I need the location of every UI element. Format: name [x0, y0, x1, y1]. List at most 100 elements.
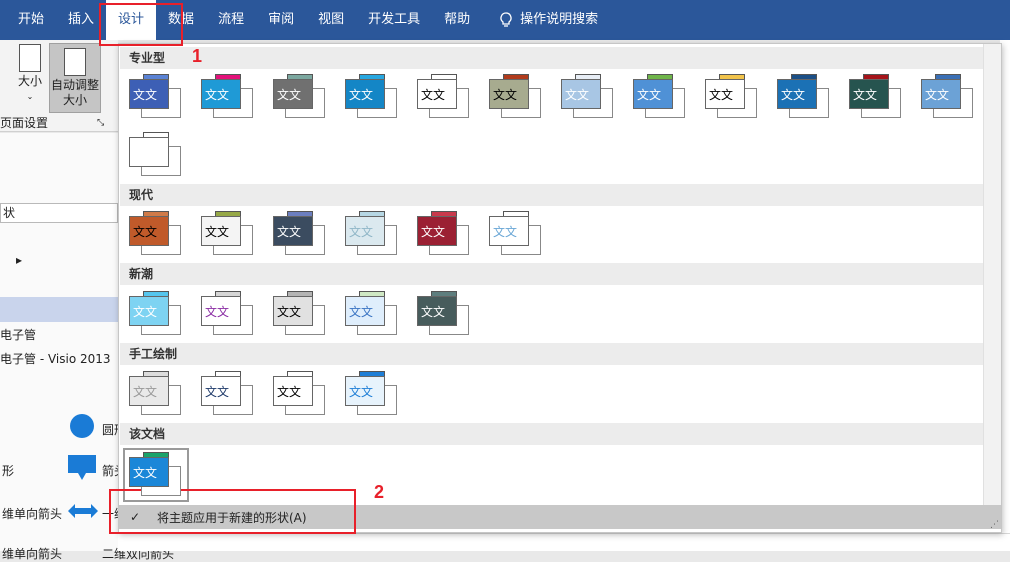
theme-thumbnail[interactable]: 文文	[343, 371, 401, 417]
tab-view[interactable]: 视图	[306, 0, 356, 40]
size-label: 大小	[17, 74, 42, 88]
theme-sample-text: 文文	[205, 225, 230, 239]
theme-thumbnail[interactable]: 文文	[487, 211, 545, 257]
theme-sample-text: 文文	[277, 305, 302, 319]
theme-sample-text: 文文	[493, 225, 518, 239]
section-header-trendy: 新潮	[120, 263, 983, 285]
theme-sample-text: 文文	[205, 385, 230, 399]
theme-sample-text: 文文	[349, 385, 374, 399]
theme-sample-text: 文文	[781, 88, 806, 102]
page-size-icon	[19, 44, 41, 72]
theme-thumbnail[interactable]: 文文	[631, 74, 689, 120]
resize-grip-icon[interactable]: ⋰	[990, 520, 999, 530]
tell-me-search[interactable]: 操作说明搜索	[482, 0, 610, 40]
section-header-handdrawn: 手工绘制	[120, 343, 983, 365]
chevron-down-icon: ⌄	[26, 92, 34, 101]
autofit-label-1: 自动调整	[50, 78, 99, 92]
theme-sample-text: 文文	[133, 225, 158, 239]
stencil-item-2[interactable]: 电子管 - Visio 2013	[0, 350, 118, 367]
double-arrow-icon[interactable]	[68, 503, 98, 519]
theme-sample-text: 文文	[349, 305, 374, 319]
autofit-size-button[interactable]: 自动调整 大小	[49, 43, 101, 113]
theme-sample-text: 文文	[133, 305, 158, 319]
theme-thumbnail[interactable]: 文文	[559, 74, 617, 120]
theme-thumbnail[interactable]: 文文	[487, 74, 545, 120]
section-header-professional: 专业型	[120, 47, 983, 69]
theme-sample-text: 文文	[925, 88, 950, 102]
expand-arrow-icon[interactable]: ▸	[0, 253, 118, 267]
tab-review[interactable]: 审阅	[256, 0, 306, 40]
theme-sample-text: 文文	[133, 88, 158, 102]
size-button[interactable]: 大小 ⌄	[14, 44, 46, 104]
theme-sample-text: 文文	[421, 225, 446, 239]
theme-thumbnail[interactable]: 文文	[415, 211, 473, 257]
theme-sample-text: 文文	[205, 88, 230, 102]
theme-thumbnail[interactable]: 文文	[127, 74, 185, 120]
theme-sample-text: 文文	[277, 385, 302, 399]
theme-sample-text: 文文	[565, 88, 590, 102]
theme-thumbnail[interactable]: 文文	[127, 291, 185, 337]
theme-thumbnail[interactable]: 文文	[415, 74, 473, 120]
theme-thumbnail[interactable]: 文文	[271, 371, 329, 417]
selected-stencil-row[interactable]	[0, 297, 118, 322]
theme-sample-text: 文文	[349, 225, 374, 239]
stencil-item-1[interactable]: 电子管	[0, 326, 118, 343]
theme-thumbnail[interactable]: 文文	[703, 74, 761, 120]
theme-thumbnail[interactable]: 文文	[343, 291, 401, 337]
tab-home[interactable]: 开始	[0, 0, 56, 40]
theme-thumbnail[interactable]	[127, 132, 185, 178]
theme-sample-text: 文文	[277, 88, 302, 102]
ribbon-page-setup-group: 大小 ⌄ 自动调整 大小 页面设置 ⤡	[0, 40, 118, 132]
callout-shape-icon[interactable]	[68, 455, 96, 481]
theme-sample-text: 文文	[277, 225, 302, 239]
autofit-label-2: 大小	[62, 93, 87, 107]
theme-thumbnail[interactable]: 文文	[343, 211, 401, 257]
theme-sample-text: 文文	[853, 88, 878, 102]
tab-process[interactable]: 流程	[206, 0, 256, 40]
theme-thumbnail[interactable]: 文文	[127, 211, 185, 257]
circle-shape-icon[interactable]	[70, 414, 94, 438]
tab-developer[interactable]: 开发工具	[356, 0, 432, 40]
theme-main-swatch	[129, 137, 169, 167]
theme-thumbnail[interactable]: 文文	[847, 74, 905, 120]
theme-thumbnail[interactable]: 文文	[343, 74, 401, 120]
theme-sample-text: 文文	[493, 88, 518, 102]
theme-thumbnail[interactable]: 文文	[919, 74, 977, 120]
theme-thumbnail[interactable]: 文文	[775, 74, 833, 120]
annotation-box-1	[99, 3, 183, 46]
lightbulb-icon	[500, 12, 512, 27]
theme-thumbnail[interactable]: 文文	[271, 74, 329, 120]
theme-thumbnail[interactable]: 文文	[199, 211, 257, 257]
section-header-modern: 现代	[120, 184, 983, 206]
theme-sample-text: 文文	[709, 88, 734, 102]
shape-search-input[interactable]: 状	[0, 203, 118, 223]
themes-gallery-dropdown: 专业型 现代 新潮 手工绘制 该文档 文文 文文 文文 文文 文文 文文 文文 文文 文文 文文文…	[118, 43, 1002, 533]
theme-thumbnail[interactable]: 文文	[199, 74, 257, 120]
annotation-number-1: 1	[192, 46, 203, 66]
annotation-number-2: 2	[374, 482, 385, 502]
autofit-icon	[64, 48, 86, 76]
theme-thumbnail[interactable]: 文文	[415, 291, 473, 337]
theme-sample-text: 文文	[133, 385, 158, 399]
theme-sample-text: 文文	[637, 88, 662, 102]
gallery-scrollbar[interactable]	[983, 44, 1001, 514]
stencil-label-1d-arrow-2: 维单向箭头	[2, 547, 63, 561]
tab-help[interactable]: 帮助	[432, 0, 482, 40]
section-header-this-document: 该文档	[120, 423, 983, 445]
theme-sample-text: 文文	[349, 88, 374, 102]
theme-sample-text: 文文	[133, 466, 158, 480]
stencil-label-shape: 形	[2, 464, 15, 478]
drawing-canvas-bottom	[118, 533, 1010, 551]
theme-thumbnail[interactable]: 文文	[271, 211, 329, 257]
theme-sample-text: 文文	[205, 305, 230, 319]
theme-thumbnail[interactable]: 文文	[127, 371, 185, 417]
theme-thumbnail[interactable]: 文文	[199, 371, 257, 417]
dialog-launcher-icon[interactable]: ⤡	[97, 118, 104, 128]
theme-thumbnail[interactable]: 文文	[199, 291, 257, 337]
theme-sample-text: 文文	[421, 88, 446, 102]
page-setup-label: 页面设置	[0, 116, 49, 130]
search-label: 操作说明搜索	[520, 12, 599, 27]
theme-thumbnail[interactable]: 文文	[271, 291, 329, 337]
stencil-label-1d-arrow: 维单向箭头	[2, 507, 63, 521]
theme-sample-text: 文文	[421, 305, 446, 319]
